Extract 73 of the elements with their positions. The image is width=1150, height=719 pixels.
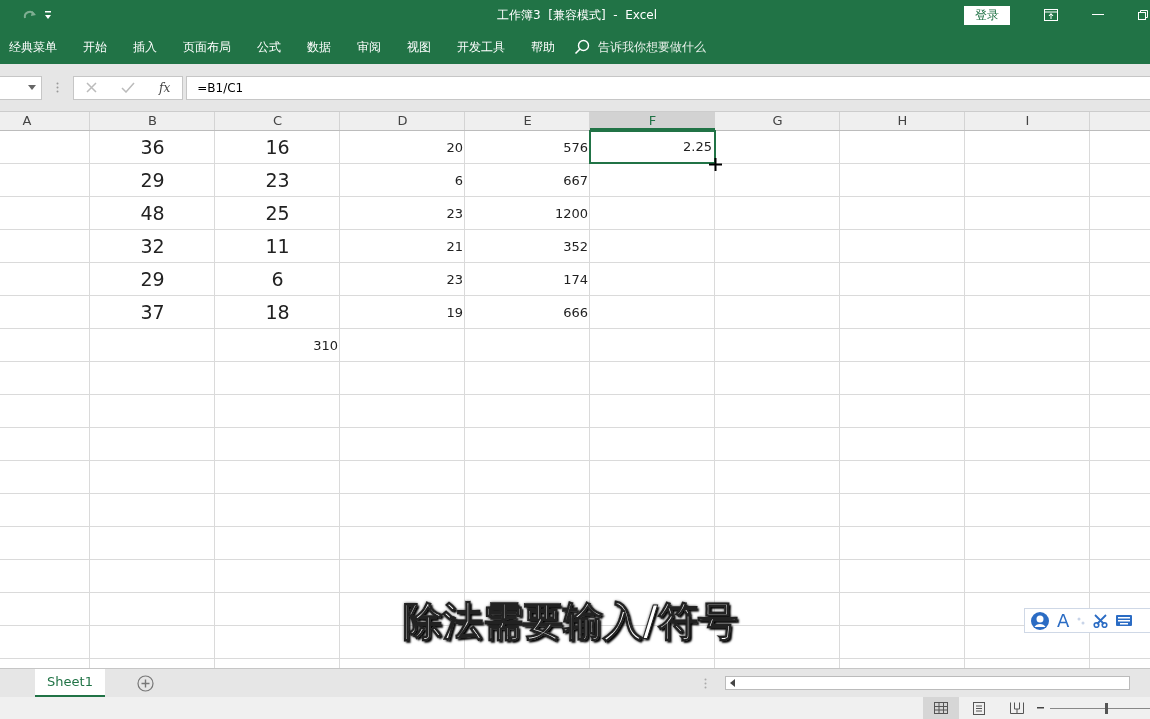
table-cell[interactable]: 29 bbox=[90, 165, 215, 196]
column-header[interactable]: B bbox=[90, 112, 215, 130]
ribbon-tab[interactable]: 视图 bbox=[394, 32, 444, 62]
column-header[interactable]: E bbox=[465, 112, 590, 130]
ribbon-tab[interactable]: 插入 bbox=[120, 32, 170, 62]
scissors-icon[interactable] bbox=[1093, 613, 1109, 628]
ribbon-tab[interactable]: 开发工具 bbox=[444, 32, 518, 62]
column-header[interactable]: H bbox=[840, 112, 965, 130]
column-header[interactable]: C bbox=[215, 112, 340, 130]
ribbon-display-icon[interactable] bbox=[1044, 9, 1058, 21]
sheet-tab[interactable]: Sheet1 bbox=[35, 668, 105, 697]
horizontal-scrollbar[interactable] bbox=[725, 676, 1130, 690]
table-cell[interactable]: 352 bbox=[563, 231, 590, 262]
table-cell[interactable]: 23 bbox=[446, 198, 465, 229]
table-cell[interactable]: 310 bbox=[313, 330, 340, 361]
ribbon-tab[interactable]: 数据 bbox=[294, 32, 344, 62]
ribbon-tab[interactable]: 审阅 bbox=[344, 32, 394, 62]
table-cell[interactable]: 1200 bbox=[554, 198, 590, 229]
table-cell[interactable]: 37 bbox=[90, 297, 215, 328]
table-cell[interactable]: 667 bbox=[563, 165, 590, 196]
table-cell[interactable]: 20 bbox=[446, 132, 465, 163]
table-cell[interactable]: 18 bbox=[215, 297, 340, 328]
fill-cursor-icon bbox=[709, 158, 722, 171]
table-cell[interactable]: 36 bbox=[90, 132, 215, 163]
column-header[interactable]: F bbox=[590, 112, 715, 130]
check-icon[interactable] bbox=[121, 82, 135, 93]
grip-icon bbox=[56, 82, 59, 93]
formula-field[interactable]: =B1/C1 bbox=[186, 75, 1150, 100]
grid-icon bbox=[934, 702, 948, 714]
table-cell[interactable]: 25 bbox=[215, 198, 340, 229]
window-title: 工作簿3 [兼容模式] - Excel bbox=[497, 7, 657, 24]
page-break-icon bbox=[1010, 702, 1024, 714]
insert-function-button[interactable]: fx bbox=[159, 80, 171, 95]
table-cell[interactable]: 23 bbox=[446, 264, 465, 295]
table-cell[interactable]: 21 bbox=[446, 231, 465, 262]
subtitle: 除法需要输入/符号 bbox=[403, 597, 738, 646]
table-cell[interactable]: 666 bbox=[563, 297, 590, 328]
scroll-left-icon[interactable] bbox=[730, 679, 735, 687]
table-cell[interactable]: 48 bbox=[90, 198, 215, 229]
page-icon bbox=[973, 701, 985, 715]
tell-me-field[interactable]: 告诉我你想要做什么 bbox=[574, 39, 760, 55]
add-sheet-icon[interactable] bbox=[137, 674, 154, 692]
table-cell[interactable]: 16 bbox=[215, 132, 340, 163]
table-cell[interactable]: 2.25 bbox=[589, 130, 716, 164]
table-cell[interactable]: 174 bbox=[563, 264, 590, 295]
table-cell[interactable]: 11 bbox=[215, 231, 340, 262]
table-cell[interactable]: 6 bbox=[215, 264, 340, 295]
column-header[interactable]: I bbox=[965, 112, 1090, 130]
ribbon-tab[interactable]: 页面布局 bbox=[170, 32, 244, 62]
normal-view-button[interactable] bbox=[923, 697, 959, 719]
login-button[interactable]: 登录 bbox=[964, 5, 1010, 25]
table-cell[interactable]: 576 bbox=[563, 132, 590, 163]
ime-mode[interactable]: A bbox=[1057, 610, 1070, 631]
keyboard-icon[interactable] bbox=[1116, 615, 1133, 626]
customize-icon[interactable] bbox=[44, 10, 52, 20]
minimize-icon[interactable] bbox=[1092, 14, 1104, 16]
table-cell[interactable]: 19 bbox=[446, 297, 465, 328]
ribbon-tab[interactable]: 帮助 bbox=[518, 32, 568, 62]
ribbon-tab[interactable]: 开始 bbox=[70, 32, 120, 62]
restore-icon[interactable] bbox=[1138, 10, 1148, 20]
table-cell[interactable]: 6 bbox=[454, 165, 465, 196]
column-header[interactable]: G bbox=[715, 112, 840, 130]
zoom-thumb[interactable] bbox=[1105, 702, 1108, 714]
table-cell[interactable]: 32 bbox=[90, 231, 215, 262]
dropdown-icon[interactable] bbox=[28, 85, 36, 90]
user-icon[interactable] bbox=[1031, 611, 1049, 630]
ribbon-tab[interactable]: 公式 bbox=[244, 32, 294, 62]
column-header[interactable]: A bbox=[0, 112, 90, 130]
column-header[interactable]: D bbox=[340, 112, 465, 130]
ribbon-tab[interactable]: 经典菜单 bbox=[2, 32, 70, 62]
table-cell[interactable]: 29 bbox=[90, 264, 215, 295]
search-icon bbox=[574, 39, 590, 55]
table-cell[interactable]: 23 bbox=[215, 165, 340, 196]
